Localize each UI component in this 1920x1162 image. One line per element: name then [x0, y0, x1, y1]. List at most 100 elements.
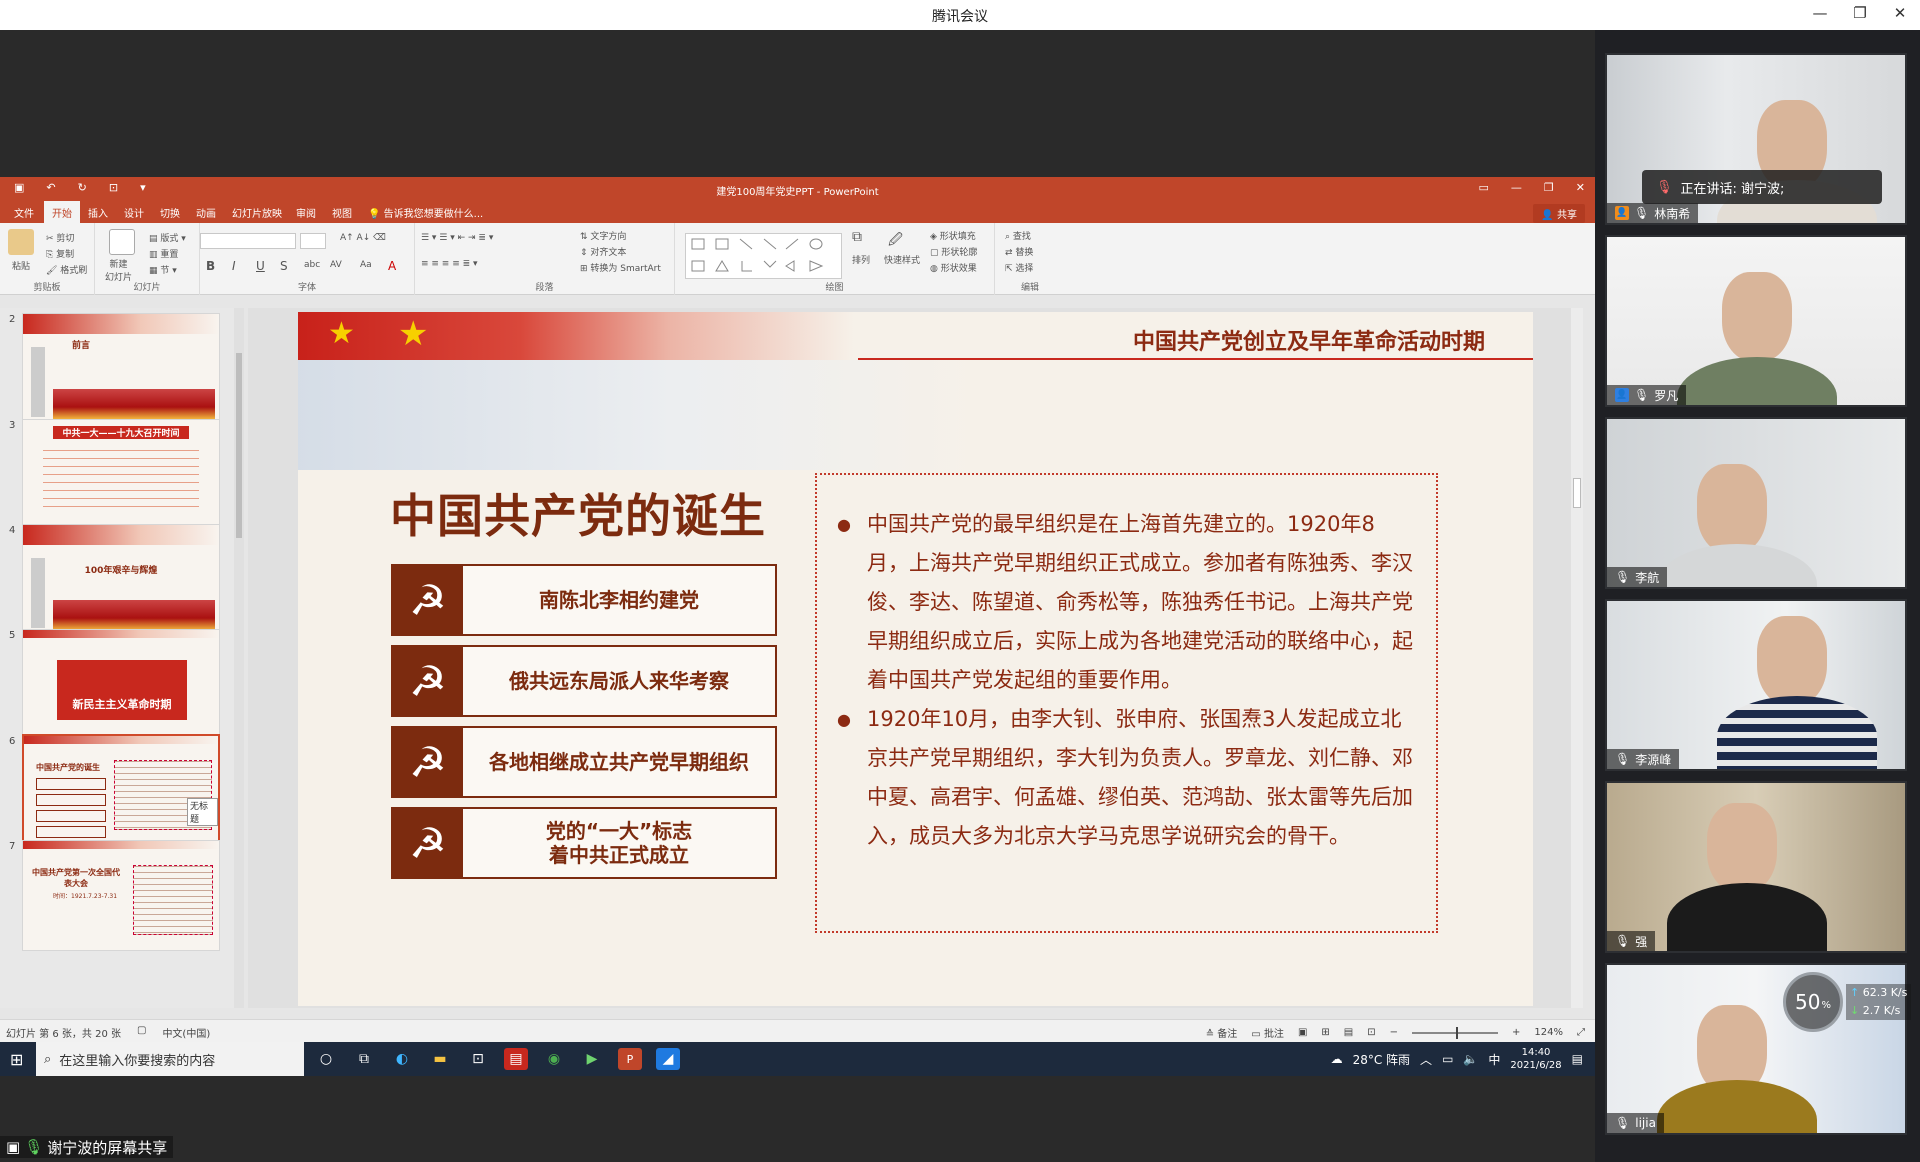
- close-icon[interactable]: ✕: [1890, 4, 1910, 22]
- slide-sorter-icon[interactable]: ⊞: [1321, 1027, 1329, 1038]
- ppt-minimize-icon[interactable]: —: [1511, 181, 1522, 194]
- ppt-close-icon[interactable]: ✕: [1576, 181, 1585, 194]
- bold-button[interactable]: B: [206, 259, 215, 273]
- cut-button[interactable]: ✂ 剪切: [46, 231, 74, 244]
- tray-expand-icon[interactable]: ︿: [1420, 1051, 1432, 1068]
- layout-button[interactable]: ▤ 版式 ▾: [149, 231, 186, 244]
- ppt-restore-icon[interactable]: ❐: [1544, 181, 1554, 194]
- chrome-icon[interactable]: ◉: [542, 1048, 566, 1070]
- find-button[interactable]: ⌕ 查找: [1005, 229, 1031, 242]
- slide-scroll-thumb[interactable]: [1573, 478, 1581, 508]
- tab-review[interactable]: 审阅: [296, 205, 316, 220]
- slide-text-box[interactable]: 中国共产党的最早组织是在上海首先建立的。1920年8月，上海共产党早期组织正式成…: [815, 473, 1438, 933]
- tell-me-box[interactable]: 💡 告诉我您想要做什么...: [368, 205, 483, 220]
- zoom-in-icon[interactable]: +: [1512, 1027, 1520, 1038]
- thumbnail-slide-6[interactable]: 中国共产党的诞生 无标题: [22, 734, 220, 845]
- shadow-button[interactable]: S: [280, 259, 288, 273]
- minimize-icon[interactable]: —: [1810, 4, 1830, 22]
- video-tile[interactable]: 🎙 李源峰: [1605, 599, 1907, 771]
- zoom-slider[interactable]: [1412, 1026, 1499, 1039]
- notification-icon[interactable]: ▤: [1572, 1052, 1583, 1066]
- windows-start-icon[interactable]: ⊞: [10, 1050, 23, 1069]
- quick-styles-button[interactable]: 快速样式: [884, 253, 920, 266]
- thumbnail-slide-5[interactable]: 新民主主义革命时期: [22, 629, 220, 740]
- restore-icon[interactable]: ❐: [1850, 4, 1870, 22]
- copy-button[interactable]: ⎘ 复制: [46, 247, 74, 260]
- convert-smartart-button[interactable]: ⊞ 转换为 SmartArt: [580, 261, 661, 274]
- cortana-icon[interactable]: ○: [314, 1048, 338, 1070]
- reset-button[interactable]: ▥ 重置: [149, 247, 178, 260]
- taskbar-clock[interactable]: 14:40 2021/6/28: [1510, 1046, 1561, 1072]
- replace-button[interactable]: ⇄ 替换: [1005, 245, 1033, 258]
- section-button[interactable]: ▦ 节 ▾: [149, 263, 177, 276]
- tab-file[interactable]: 文件: [14, 205, 34, 220]
- video-tile[interactable]: 👤 🎙 罗凡: [1605, 235, 1907, 407]
- tencent-meeting-taskbar-icon[interactable]: ◢: [656, 1048, 680, 1070]
- powerpoint-taskbar-icon[interactable]: P: [618, 1048, 642, 1070]
- task-view-icon[interactable]: ⧉: [352, 1048, 376, 1070]
- thumbnail-slide-4[interactable]: 100年艰辛与辉煌: [22, 524, 220, 635]
- paste-button[interactable]: 粘贴: [12, 259, 30, 272]
- current-slide[interactable]: ★ ★ 中国共产党创立及早年革命活动时期 中国共产党的诞生 ☭ 南陈北李相约建党…: [298, 312, 1533, 1006]
- tab-insert[interactable]: 插入: [88, 205, 108, 220]
- strikethrough-button[interactable]: abc: [304, 260, 320, 270]
- thumbnail-slide-3[interactable]: 中共一大——十九大召开时间: [22, 419, 220, 530]
- video-tile[interactable]: 🎙 强: [1605, 781, 1907, 953]
- format-painter-button[interactable]: 🖌 格式刷: [46, 263, 87, 276]
- volume-icon[interactable]: 🔈: [1463, 1052, 1478, 1066]
- thumbnail-slide-2[interactable]: 前言: [22, 313, 220, 424]
- network-icon[interactable]: ▭: [1442, 1052, 1453, 1066]
- app-red-icon[interactable]: ▤: [504, 1048, 528, 1070]
- video-tile[interactable]: 🎙 李航: [1605, 417, 1907, 589]
- network-quality-gauge[interactable]: 50%: [1783, 972, 1843, 1032]
- arrange-icon[interactable]: ⧉: [852, 229, 862, 245]
- quick-styles-icon[interactable]: 🖉: [888, 229, 903, 253]
- tab-animations[interactable]: 动画: [196, 205, 216, 220]
- thumbnails-scrollbar[interactable]: [234, 308, 244, 1008]
- change-case-button[interactable]: Aa: [360, 260, 372, 270]
- text-direction-button[interactable]: ⇅ 文字方向: [580, 229, 626, 242]
- font-color-button[interactable]: A: [388, 259, 396, 273]
- select-button[interactable]: ⇱ 选择: [1005, 261, 1033, 274]
- tab-slideshow[interactable]: 幻灯片放映: [232, 205, 282, 220]
- tab-transitions[interactable]: 切换: [160, 205, 180, 220]
- zoom-level[interactable]: 124%: [1534, 1027, 1563, 1038]
- reading-view-icon[interactable]: ▤: [1344, 1027, 1353, 1038]
- align-text-button[interactable]: ⇕ 对齐文本: [580, 245, 626, 258]
- font-grow-icon[interactable]: A↑ A↓ ⌫: [340, 233, 386, 243]
- spellcheck-icon[interactable]: ▢: [137, 1025, 146, 1040]
- underline-button[interactable]: U: [256, 259, 265, 273]
- italic-button[interactable]: I: [232, 259, 236, 273]
- normal-view-icon[interactable]: ▣: [1298, 1027, 1307, 1038]
- file-explorer-icon[interactable]: ▬: [428, 1048, 452, 1070]
- font-name-select[interactable]: [200, 233, 296, 249]
- tab-home[interactable]: 开始: [44, 201, 80, 223]
- weather-text[interactable]: 28°C 阵雨: [1353, 1051, 1410, 1068]
- arrange-button[interactable]: 排列: [852, 253, 870, 266]
- fit-slide-icon[interactable]: ⤢: [1577, 1027, 1585, 1038]
- font-size-select[interactable]: [300, 233, 326, 249]
- paste-icon[interactable]: [8, 229, 34, 255]
- store-icon[interactable]: ⊡: [466, 1048, 490, 1070]
- media-player-icon[interactable]: ▶: [580, 1048, 604, 1070]
- ime-indicator[interactable]: 中: [1488, 1051, 1500, 1068]
- ribbon-display-icon[interactable]: ▭: [1479, 181, 1489, 194]
- slideshow-view-icon[interactable]: ⊡: [1367, 1027, 1375, 1038]
- taskbar-search-box[interactable]: ⌕ 在这里输入你要搜索的内容: [36, 1042, 304, 1076]
- align-icons[interactable]: ≡ ≡ ≡ ≡ ≣ ▾: [421, 259, 478, 269]
- ppt-share-button[interactable]: 👤 共享: [1533, 204, 1585, 223]
- thumbnail-slide-7[interactable]: 中国共产党第一次全国代表大会 时间：1921.7.23-7.31: [22, 840, 220, 951]
- bullets-icon[interactable]: ☰ ▾ ☰ ▾ ⇤ ⇥ ≣ ▾: [421, 233, 493, 243]
- weather-icon[interactable]: ☁: [1331, 1052, 1343, 1066]
- language-indicator[interactable]: 中文(中国): [162, 1025, 210, 1040]
- shape-effects-button[interactable]: ◍ 形状效果: [930, 261, 977, 274]
- comments-button[interactable]: ▭ 批注: [1251, 1025, 1284, 1040]
- zoom-out-icon[interactable]: −: [1390, 1027, 1398, 1038]
- shape-outline-button[interactable]: ▢ 形状轮廓: [930, 245, 977, 258]
- thumbnails-scroll-thumb[interactable]: [236, 353, 242, 538]
- new-slide-icon[interactable]: [109, 229, 135, 255]
- char-spacing-button[interactable]: AV: [330, 260, 342, 270]
- notes-button[interactable]: ≙ 备注: [1206, 1025, 1238, 1040]
- edge-icon[interactable]: ◐: [390, 1048, 414, 1070]
- tab-design[interactable]: 设计: [124, 205, 144, 220]
